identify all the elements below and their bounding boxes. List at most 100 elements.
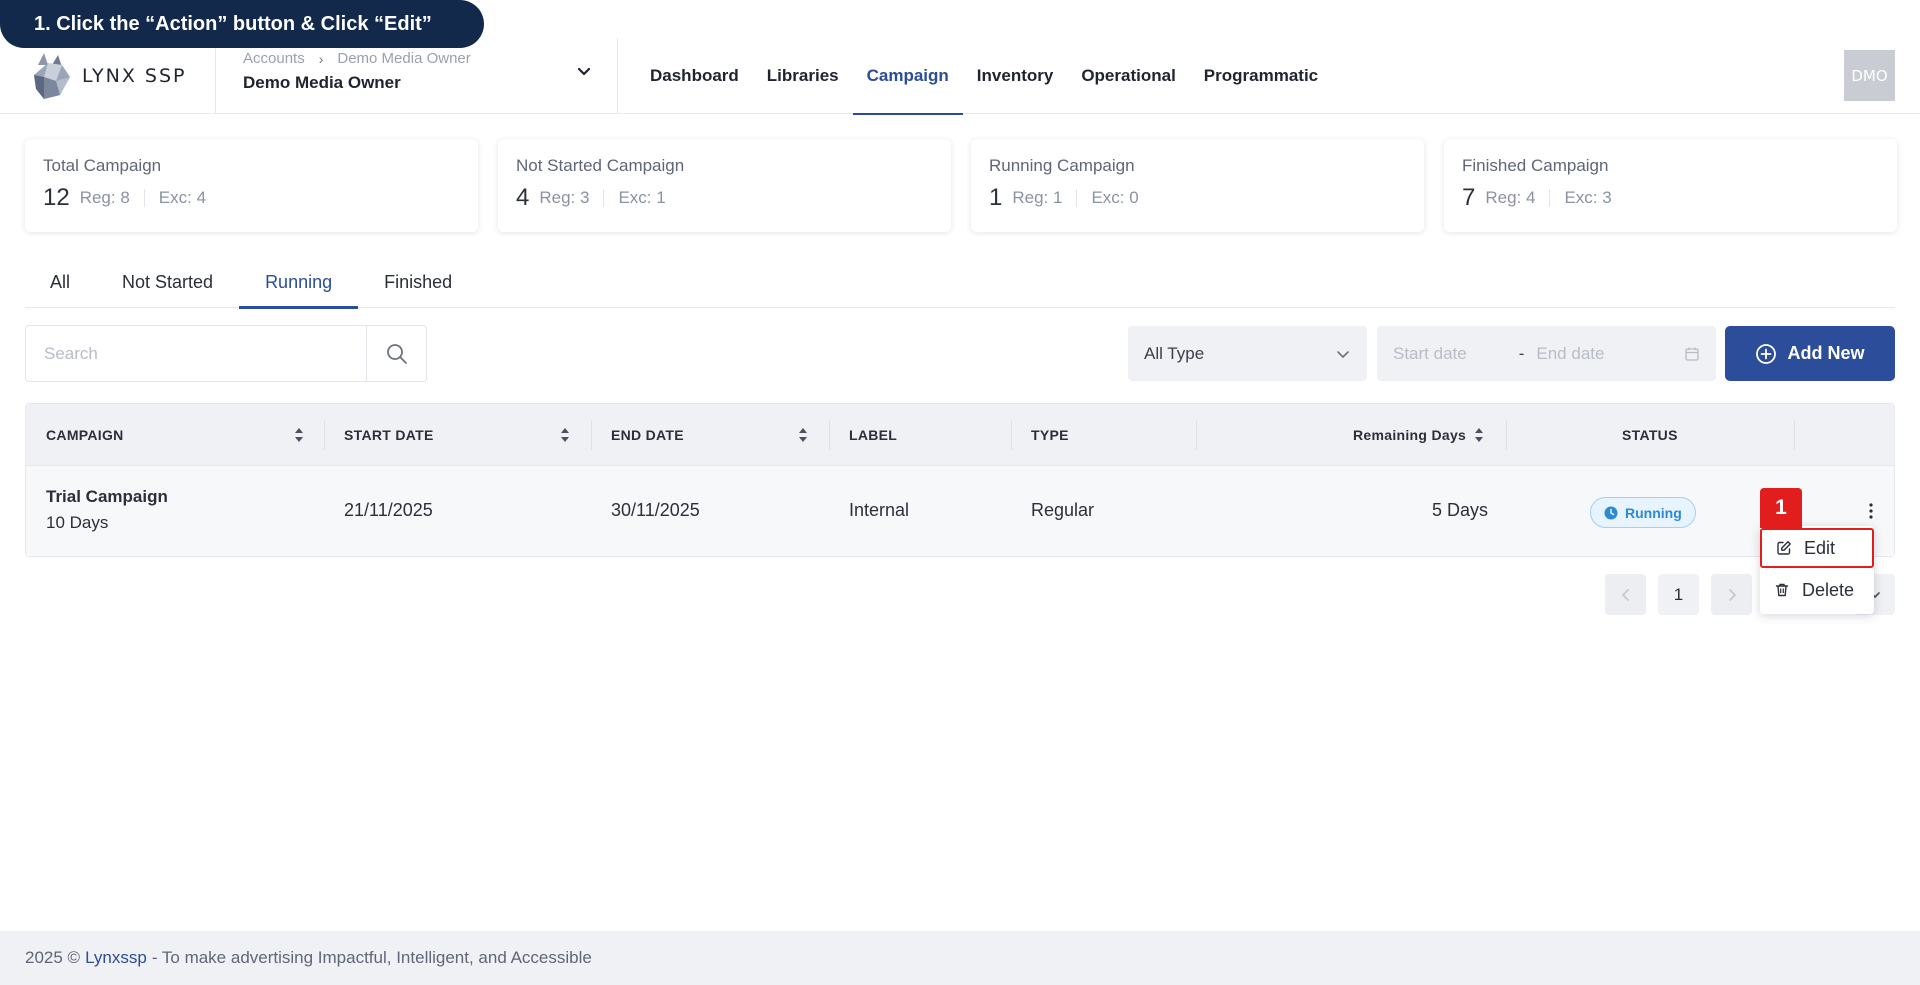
- lynx-logo-icon: [34, 53, 70, 99]
- delete-menu-item[interactable]: Delete: [1760, 570, 1874, 610]
- sort-icon[interactable]: [1474, 426, 1484, 444]
- divider: [1076, 189, 1078, 207]
- tab-finished[interactable]: Finished: [358, 256, 478, 308]
- column-header-label: LABEL: [849, 427, 898, 443]
- stat-card-running: Running Campaign 1 Reg: 1 Exc: 0: [971, 139, 1424, 232]
- end-date-cell: 30/11/2025: [611, 500, 700, 520]
- more-vertical-icon[interactable]: [1864, 500, 1878, 522]
- column-header-type: TYPE: [1031, 427, 1069, 443]
- prev-page-button[interactable]: [1605, 574, 1646, 615]
- stat-total: 7: [1462, 184, 1476, 211]
- search-icon: [386, 343, 407, 364]
- breadcrumb: Accounts › Demo Media Owner: [243, 50, 471, 67]
- stat-reg: Reg: 1: [1012, 188, 1063, 207]
- stat-card-finished: Finished Campaign 7 Reg: 4 Exc: 3: [1444, 139, 1897, 232]
- stat-total: 12: [43, 184, 70, 211]
- sort-icon[interactable]: [560, 426, 570, 444]
- column-divider: [591, 420, 592, 450]
- footer-tagline: - To make advertising Impactful, Intelli…: [151, 948, 592, 967]
- tab-all[interactable]: All: [25, 256, 96, 308]
- logo-text: LYNX SSP: [82, 65, 187, 87]
- search-input[interactable]: [26, 326, 366, 381]
- stat-exc: Exc: 4: [158, 188, 207, 207]
- campaign-stats: Total Campaign 12 Reg: 8 Exc: 4 Not Star…: [25, 139, 1897, 232]
- tab-not-started[interactable]: Not Started: [96, 256, 239, 308]
- nav-programmatic[interactable]: Programmatic: [1190, 38, 1332, 114]
- stat-title: Not Started Campaign: [516, 156, 685, 175]
- chevron-right-icon: [1728, 588, 1736, 601]
- sort-icon[interactable]: [294, 426, 304, 444]
- stat-exc: Exc: 1: [618, 188, 666, 207]
- table-header: CAMPAIGN START DATE END DATE LABEL TYPE …: [26, 404, 1894, 466]
- main-nav: Dashboard Libraries Campaign Inventory O…: [636, 38, 1332, 115]
- type-cell: Regular: [1031, 500, 1095, 520]
- start-date-field[interactable]: Start date: [1393, 344, 1467, 364]
- table-row[interactable]: Trial Campaign 10 Days 21/11/2025 30/11/…: [26, 466, 1894, 556]
- breadcrumb-item-accounts[interactable]: Accounts: [243, 50, 305, 67]
- avatar[interactable]: DMO: [1844, 50, 1895, 101]
- type-select-value: All Type: [1144, 343, 1205, 363]
- nav-campaign[interactable]: Campaign: [852, 38, 963, 115]
- stat-reg: Reg: 4: [1485, 188, 1536, 207]
- footer: 2025 © Lynxssp - To make advertising Imp…: [0, 931, 1920, 985]
- column-header-start-date[interactable]: START DATE: [344, 404, 434, 466]
- column-header-status: STATUS: [1622, 427, 1678, 443]
- label-cell: Internal: [849, 500, 910, 520]
- type-select[interactable]: All Type: [1128, 326, 1367, 381]
- header-divider: [617, 38, 618, 114]
- search-box: [25, 325, 427, 382]
- add-new-label: Add New: [1787, 343, 1865, 363]
- footer-brand-link[interactable]: Lynxssp: [85, 948, 147, 968]
- action-dropdown-menu: Edit Delete: [1760, 526, 1874, 614]
- nav-operational[interactable]: Operational: [1067, 38, 1189, 114]
- stat-title: Running Campaign: [989, 156, 1135, 175]
- tab-running[interactable]: Running: [239, 256, 359, 309]
- pagination: 1: [1605, 574, 1752, 615]
- column-header-remaining-days[interactable]: Remaining Days: [1353, 404, 1466, 466]
- stat-title: Finished Campaign: [1462, 156, 1609, 175]
- nav-dashboard[interactable]: Dashboard: [636, 38, 753, 114]
- delete-label: Delete: [1802, 579, 1855, 600]
- column-header-campaign[interactable]: CAMPAIGN: [46, 404, 124, 466]
- column-header-end-date[interactable]: END DATE: [611, 404, 684, 466]
- stat-exc: Exc: 0: [1091, 188, 1139, 207]
- sort-icon[interactable]: [798, 426, 808, 444]
- nav-libraries[interactable]: Libraries: [753, 38, 853, 114]
- stat-exc: Exc: 3: [1564, 188, 1612, 207]
- plus-circle-icon: [1756, 343, 1777, 364]
- nav-inventory[interactable]: Inventory: [963, 38, 1068, 114]
- edit-label: Edit: [1804, 537, 1836, 558]
- logo[interactable]: LYNX SSP: [30, 50, 187, 102]
- column-divider: [1794, 420, 1795, 450]
- stat-reg: Reg: 3: [539, 188, 590, 207]
- guide-step-banner: 1. Click the “Action” button & Click “Ed…: [0, 0, 484, 48]
- chevron-left-icon: [1621, 588, 1629, 601]
- stat-title: Total Campaign: [43, 156, 162, 175]
- status-badge: Running: [1590, 497, 1696, 528]
- chevron-down-icon[interactable]: [574, 62, 594, 82]
- column-divider: [829, 420, 830, 450]
- column-divider: [324, 420, 325, 450]
- campaign-name[interactable]: Trial Campaign: [46, 487, 168, 507]
- footer-copyright: 2025 ©: [25, 948, 81, 967]
- status-tabs: All Not Started Running Finished: [25, 256, 1895, 309]
- column-divider: [1196, 420, 1197, 450]
- clock-icon: [1604, 506, 1618, 519]
- page-number-button[interactable]: 1: [1658, 574, 1699, 615]
- next-page-button[interactable]: [1711, 574, 1752, 615]
- account-switcher[interactable]: Accounts › Demo Media Owner Demo Media O…: [243, 50, 471, 93]
- edit-menu-item[interactable]: Edit: [1760, 528, 1874, 568]
- stat-reg: Reg: 8: [79, 188, 130, 207]
- end-date-field[interactable]: End date: [1536, 344, 1604, 364]
- date-range-picker[interactable]: Start date - End date: [1377, 326, 1716, 381]
- breadcrumb-separator: ›: [318, 50, 324, 67]
- search-button[interactable]: [366, 326, 426, 381]
- remaining-days-cell: 5 Days: [1431, 500, 1488, 520]
- chevron-down-icon: [1337, 350, 1349, 358]
- edit-icon: [1777, 541, 1791, 555]
- add-new-button[interactable]: Add New: [1725, 326, 1895, 381]
- step-marker: 1: [1760, 488, 1802, 528]
- stat-card-total: Total Campaign 12 Reg: 8 Exc: 4: [25, 139, 478, 232]
- stat-total: 4: [516, 184, 530, 211]
- header-divider: [215, 38, 216, 114]
